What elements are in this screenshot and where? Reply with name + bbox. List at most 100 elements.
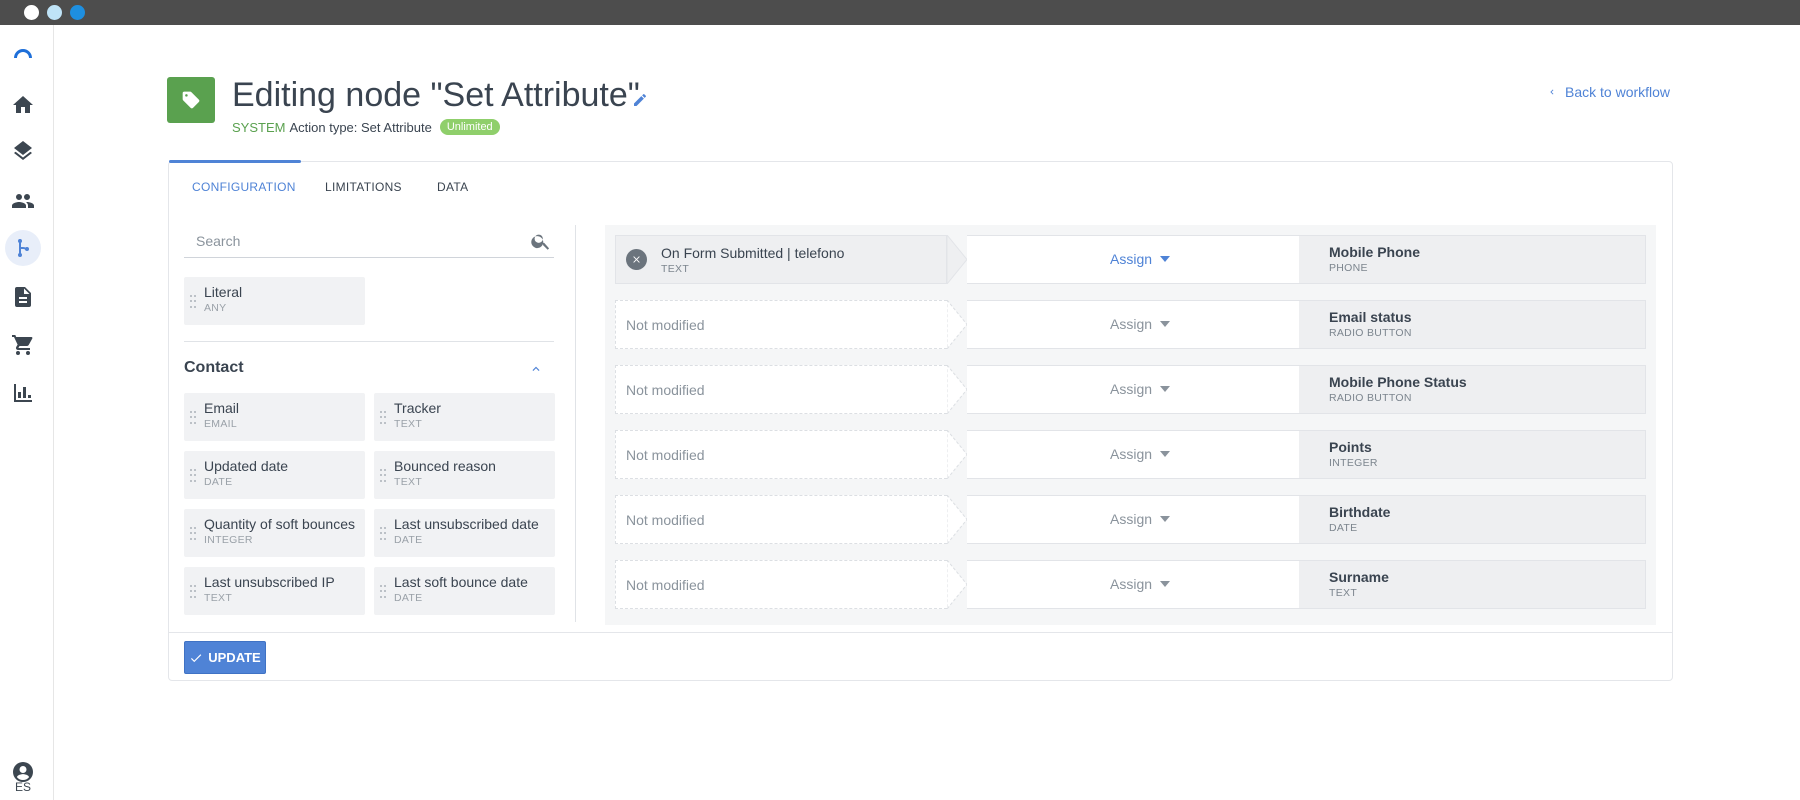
field-name: Quantity of soft bounces <box>204 516 355 532</box>
caret-down-icon <box>1160 256 1171 262</box>
footer-divider <box>169 632 1672 633</box>
system-label: SYSTEM <box>232 119 286 135</box>
drag-handle-icon[interactable] <box>190 411 196 425</box>
section-title-contact[interactable]: Contact <box>184 359 244 377</box>
panel-divider <box>575 225 576 622</box>
assign-dropdown[interactable]: Assign <box>1110 511 1171 527</box>
assign-label: Assign <box>1110 251 1153 267</box>
arrow-shape <box>947 560 967 609</box>
attribute-mapping-panel: On Form Submitted | telefono TEXT Assign… <box>605 225 1656 625</box>
drag-handle-icon[interactable] <box>190 295 196 309</box>
field-name: Last unsubscribed date <box>394 516 539 532</box>
field-email[interactable]: Email EMAIL <box>184 393 365 441</box>
mapping-source-dropzone[interactable]: Not modified <box>615 560 947 609</box>
mapping-action: Assign <box>967 560 1299 609</box>
chevron-up-icon[interactable] <box>529 362 543 376</box>
mapping-target: Mobile Phone Status RADIO BUTTON <box>1299 365 1646 414</box>
field-last-unsubscribed-date[interactable]: Last unsubscribed date DATE <box>374 509 555 557</box>
workflow-icon[interactable] <box>5 230 41 266</box>
drag-handle-icon[interactable] <box>380 469 386 483</box>
assign-dropdown[interactable]: Assign <box>1110 316 1171 332</box>
assign-dropdown[interactable]: Assign <box>1110 251 1171 267</box>
target-type: RADIO BUTTON <box>1329 392 1412 404</box>
mapping-action: Assign <box>967 430 1299 479</box>
layers-icon[interactable] <box>11 141 35 165</box>
drag-handle-icon[interactable] <box>380 585 386 599</box>
source-placeholder: Not modified <box>626 381 705 398</box>
field-last-soft-bounce-date[interactable]: Last soft bounce date DATE <box>374 567 555 615</box>
source-type: TEXT <box>661 262 690 275</box>
window-minimize-button[interactable] <box>47 5 62 20</box>
assign-label: Assign <box>1110 511 1153 527</box>
mapping-source-dropzone[interactable]: Not modified <box>615 365 947 414</box>
field-type: DATE <box>394 592 423 604</box>
field-type: TEXT <box>394 476 423 488</box>
mapping-action: Assign <box>967 365 1299 414</box>
tab-bar: CONFIGURATION LIMITATIONS DATA <box>169 160 1672 222</box>
home-icon[interactable] <box>11 93 35 117</box>
source-placeholder: Not modified <box>626 446 705 463</box>
mapping-row: Not modified Assign Birthdate DATE <box>615 495 1646 544</box>
remove-source-icon[interactable] <box>626 249 647 270</box>
mapping-row: Not modified Assign Mobile Phone Status … <box>615 365 1646 414</box>
field-quantity-of-soft-bounces[interactable]: Quantity of soft bounces INTEGER <box>184 509 365 557</box>
drag-handle-icon[interactable] <box>190 585 196 599</box>
back-link-label: Back to workflow <box>1565 84 1671 100</box>
page-title: Editing node "Set Attribute" <box>232 76 640 114</box>
arrow-shape <box>947 235 967 284</box>
drag-handle-icon[interactable] <box>380 527 386 541</box>
caret-down-icon <box>1160 451 1171 457</box>
check-icon <box>191 653 202 662</box>
mapping-source-dropzone[interactable]: Not modified <box>615 300 947 349</box>
mapping-row: Not modified Assign Surname TEXT <box>615 560 1646 609</box>
assign-dropdown[interactable]: Assign <box>1110 576 1171 592</box>
target-type: TEXT <box>1329 587 1358 599</box>
people-icon[interactable] <box>11 189 35 213</box>
mapping-source-dropzone[interactable]: Not modified <box>615 430 947 479</box>
field-type: DATE <box>204 476 233 488</box>
tab-data[interactable]: DATA <box>437 180 468 194</box>
drag-handle-icon[interactable] <box>190 527 196 541</box>
window-close-button[interactable] <box>24 5 39 20</box>
field-tracker[interactable]: Tracker TEXT <box>374 393 555 441</box>
target-name: Birthdate <box>1329 504 1391 520</box>
mapping-action: Assign <box>967 235 1299 284</box>
search-input[interactable] <box>196 233 496 249</box>
field-name: Last unsubscribed IP <box>204 574 335 590</box>
drag-handle-icon[interactable] <box>380 411 386 425</box>
field-last-unsubscribed-ip[interactable]: Last unsubscribed IP TEXT <box>184 567 365 615</box>
field-name: Updated date <box>204 458 289 474</box>
logo-icon[interactable] <box>11 45 35 69</box>
update-button[interactable]: UPDATE <box>184 641 266 674</box>
drag-handle-icon[interactable] <box>190 469 196 483</box>
window-maximize-button[interactable] <box>70 5 85 20</box>
mapping-source[interactable]: On Form Submitted | telefono TEXT <box>615 235 947 284</box>
action-type-label: Action type: Set Attribute <box>289 119 432 135</box>
pencil-icon[interactable] <box>632 92 648 108</box>
field-updated-date[interactable]: Updated date DATE <box>184 451 365 499</box>
field-name: Email <box>204 400 240 416</box>
mapping-target: Birthdate DATE <box>1299 495 1646 544</box>
caret-down-icon <box>1160 581 1171 587</box>
tab-configuration[interactable]: CONFIGURATION <box>192 180 296 194</box>
tag-icon <box>167 77 215 123</box>
field-bounced-reason[interactable]: Bounced reason TEXT <box>374 451 555 499</box>
language-label[interactable]: ES <box>0 780 46 794</box>
cart-icon[interactable] <box>11 333 35 357</box>
mapping-target: Surname TEXT <box>1299 560 1646 609</box>
field-type: ANY <box>204 302 227 314</box>
back-to-workflow-link[interactable]: Back to workflow <box>1547 84 1670 100</box>
arrow-shape <box>947 300 967 349</box>
assign-label: Assign <box>1110 381 1153 397</box>
active-tab-indicator <box>169 160 301 163</box>
tab-limitations[interactable]: LIMITATIONS <box>325 180 402 194</box>
search-icon[interactable] <box>530 230 552 252</box>
field-literal[interactable]: Literal ANY <box>184 277 365 325</box>
bar-chart-icon[interactable] <box>11 381 35 405</box>
assign-dropdown[interactable]: Assign <box>1110 446 1171 462</box>
document-icon[interactable] <box>11 285 35 309</box>
assign-dropdown[interactable]: Assign <box>1110 381 1171 397</box>
mapping-source-dropzone[interactable]: Not modified <box>615 495 947 544</box>
node-subtitle: SYSTEM Action type: Set Attribute Unlimi… <box>232 119 500 135</box>
source-placeholder: Not modified <box>626 316 705 333</box>
